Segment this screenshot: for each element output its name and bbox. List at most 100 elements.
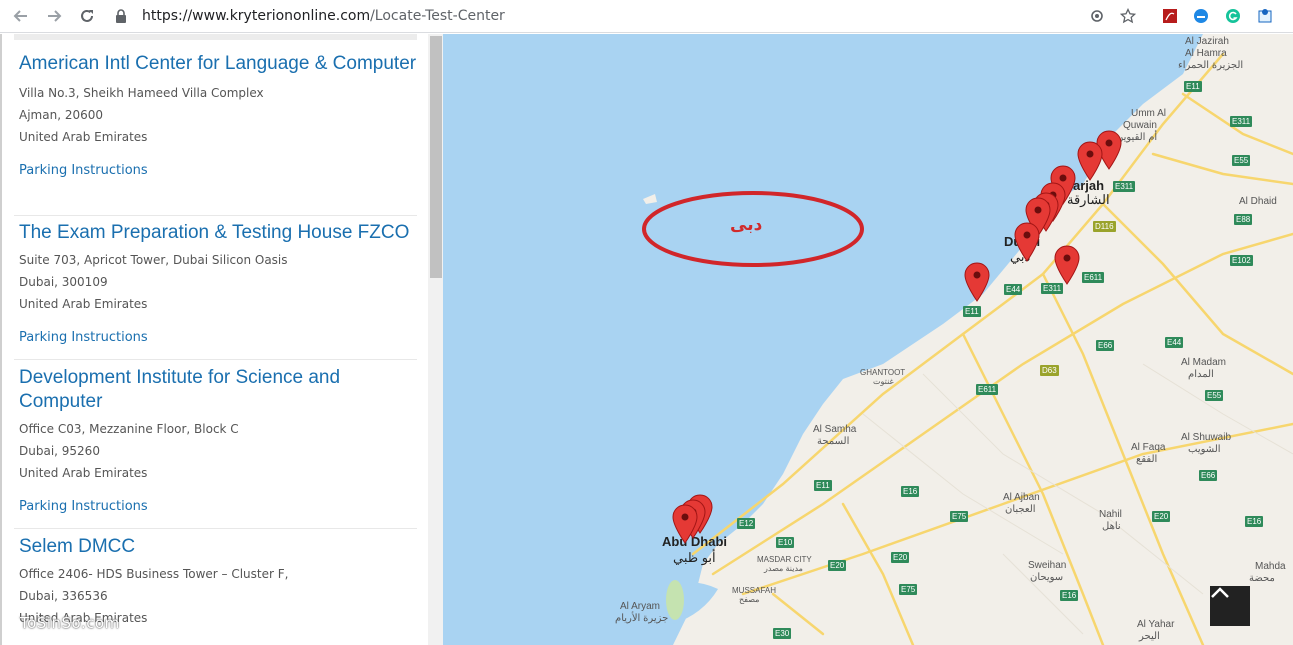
road-shield: E66 (1199, 470, 1218, 481)
address-city: Dubai, 336536 (19, 589, 108, 603)
parking-instructions-link[interactable]: Parking Instructions (14, 498, 417, 516)
reload-icon[interactable] (74, 4, 100, 28)
scroll-to-top-button[interactable] (1210, 586, 1250, 626)
road-shield: D63 (1040, 365, 1059, 376)
map-label: محضة (1249, 573, 1275, 584)
map-label: سويحان (1030, 572, 1064, 583)
map-label: الجزيرة الحمراء (1178, 60, 1244, 71)
star-icon[interactable] (1117, 6, 1139, 26)
road-shield: E16 (901, 486, 920, 497)
back-icon[interactable] (8, 4, 34, 28)
list-item: Development Institute for Science and Co… (14, 363, 417, 529)
map-label: Sweihan (1028, 560, 1067, 571)
map-label: ناهل (1102, 521, 1121, 532)
map-label: Al Madam (1181, 357, 1227, 368)
road-shield: D116 (1093, 221, 1116, 232)
location-pin-icon[interactable] (1077, 141, 1103, 181)
road-shield: E75 (950, 511, 969, 522)
road-shield: E66 (1096, 340, 1115, 351)
map-label: أم القيوين (1116, 132, 1158, 143)
address-country: United Arab Emirates (19, 297, 148, 311)
watermark-text: ToSinSo.com (20, 614, 120, 632)
map-label-city: arjah (1073, 178, 1105, 193)
chevron-up-icon (1211, 587, 1229, 598)
annotation-text: دبی (730, 215, 763, 235)
pdf-extension-icon[interactable] (1159, 6, 1181, 26)
map-label: Al Yahar (1137, 619, 1175, 630)
map-label: المدام (1188, 369, 1214, 380)
address-city: Dubai, 300109 (19, 275, 108, 289)
list-top-divider (14, 34, 417, 40)
location-pin-icon[interactable] (964, 262, 990, 302)
center-name[interactable]: American Intl Center for Language & Comp… (14, 52, 417, 76)
center-address: Villa No.3, Sheikh Hameed Villa Complex … (14, 82, 417, 148)
map-label: Al Samha (813, 424, 857, 435)
map-label: الشويب (1188, 444, 1221, 455)
address-line: Office C03, Mezzanine Floor, Block C (19, 422, 239, 436)
map-label: مدينة مصدر (764, 564, 803, 573)
road-shield: E611 (1082, 272, 1105, 283)
grammarly-icon[interactable] (1222, 6, 1244, 26)
road-shield: E20 (1152, 511, 1171, 522)
center-address: Suite 703, Apricot Tower, Dubai Silicon … (14, 249, 417, 315)
address-city: Ajman, 20600 (19, 108, 103, 122)
translate-extension-icon[interactable] (1254, 6, 1276, 26)
center-name[interactable]: The Exam Preparation & Testing House FZC… (14, 221, 417, 245)
road-shield: E44 (1165, 337, 1184, 348)
road-shield: E10 (776, 537, 795, 548)
location-icon[interactable] (1086, 6, 1108, 26)
map-label: Al Jazirah (1185, 36, 1229, 47)
road-shield: E16 (1060, 590, 1079, 601)
address-country: United Arab Emirates (19, 466, 148, 480)
lock-icon (112, 7, 130, 25)
center-address: Office C03, Mezzanine Floor, Block C Dub… (14, 418, 417, 484)
road-shield: E11 (1184, 81, 1202, 92)
road-shield: E44 (1004, 284, 1023, 295)
location-pin-icon[interactable] (1054, 245, 1080, 285)
map-label: Al Aryam (620, 601, 661, 612)
road-shield: E88 (1234, 214, 1253, 225)
center-name[interactable]: Selem DMCC (14, 535, 417, 559)
map-label: Al Faqa (1131, 442, 1166, 453)
location-pin-icon[interactable] (1014, 222, 1040, 262)
browser-toolbar: https://www.kryteriononline.com/Locate-T… (0, 0, 1293, 33)
map-label: Al Ajban (1003, 492, 1040, 503)
address-city: Dubai, 95260 (19, 444, 100, 458)
map-label: Mahda (1255, 561, 1286, 572)
list-item: The Exam Preparation & Testing House FZC… (14, 218, 417, 360)
road-shield: E20 (828, 560, 847, 571)
map-label: جزيرة الأريام (615, 613, 669, 624)
map-label: العجبان (1005, 504, 1036, 515)
url-host: https://www.kryteriononline.com (142, 8, 371, 24)
address-line: Suite 703, Apricot Tower, Dubai Silicon … (19, 253, 288, 267)
test-center-list: American Intl Center for Language & Comp… (0, 34, 443, 645)
map-label: مصفح (739, 595, 760, 604)
map-label: غنتوت (873, 377, 894, 386)
location-pin-icon[interactable] (672, 504, 698, 544)
road-shield: E55 (1205, 390, 1224, 401)
map-label: Al Hamra (1185, 48, 1227, 59)
parking-instructions-link[interactable]: Parking Instructions (14, 329, 417, 347)
parking-instructions-link[interactable]: Parking Instructions (14, 162, 417, 180)
address-bar[interactable]: https://www.kryteriononline.com/Locate-T… (112, 4, 505, 28)
road-shield: E102 (1230, 255, 1253, 266)
map-view[interactable]: دبی Al Jazirah Al Hamra الجزيرة الحمراء … (443, 34, 1293, 645)
map-label: الفقع (1136, 454, 1158, 465)
map-label: السمحة (817, 436, 850, 447)
road-shield: E16 (1245, 516, 1264, 527)
address-line: Villa No.3, Sheikh Hameed Villa Complex (19, 86, 264, 100)
road-shield: E311 (1230, 116, 1253, 127)
map-label: Al Shuwaib (1181, 432, 1232, 443)
road-shield: E75 (899, 584, 918, 595)
map-label: Nahil (1099, 509, 1122, 520)
edge-extension-icon[interactable] (1190, 6, 1212, 26)
map-label: Umm Al (1131, 108, 1166, 119)
road-shield: E30 (773, 628, 792, 639)
url-path: /Locate-Test-Center (370, 8, 505, 24)
road-shield: E611 (976, 384, 999, 395)
scrollbar-thumb[interactable] (430, 36, 442, 278)
forward-icon[interactable] (41, 4, 67, 28)
list-scrollbar[interactable] (428, 34, 443, 645)
center-name[interactable]: Development Institute for Science and Co… (14, 366, 417, 414)
map-label: Al Dhaid (1239, 196, 1277, 207)
